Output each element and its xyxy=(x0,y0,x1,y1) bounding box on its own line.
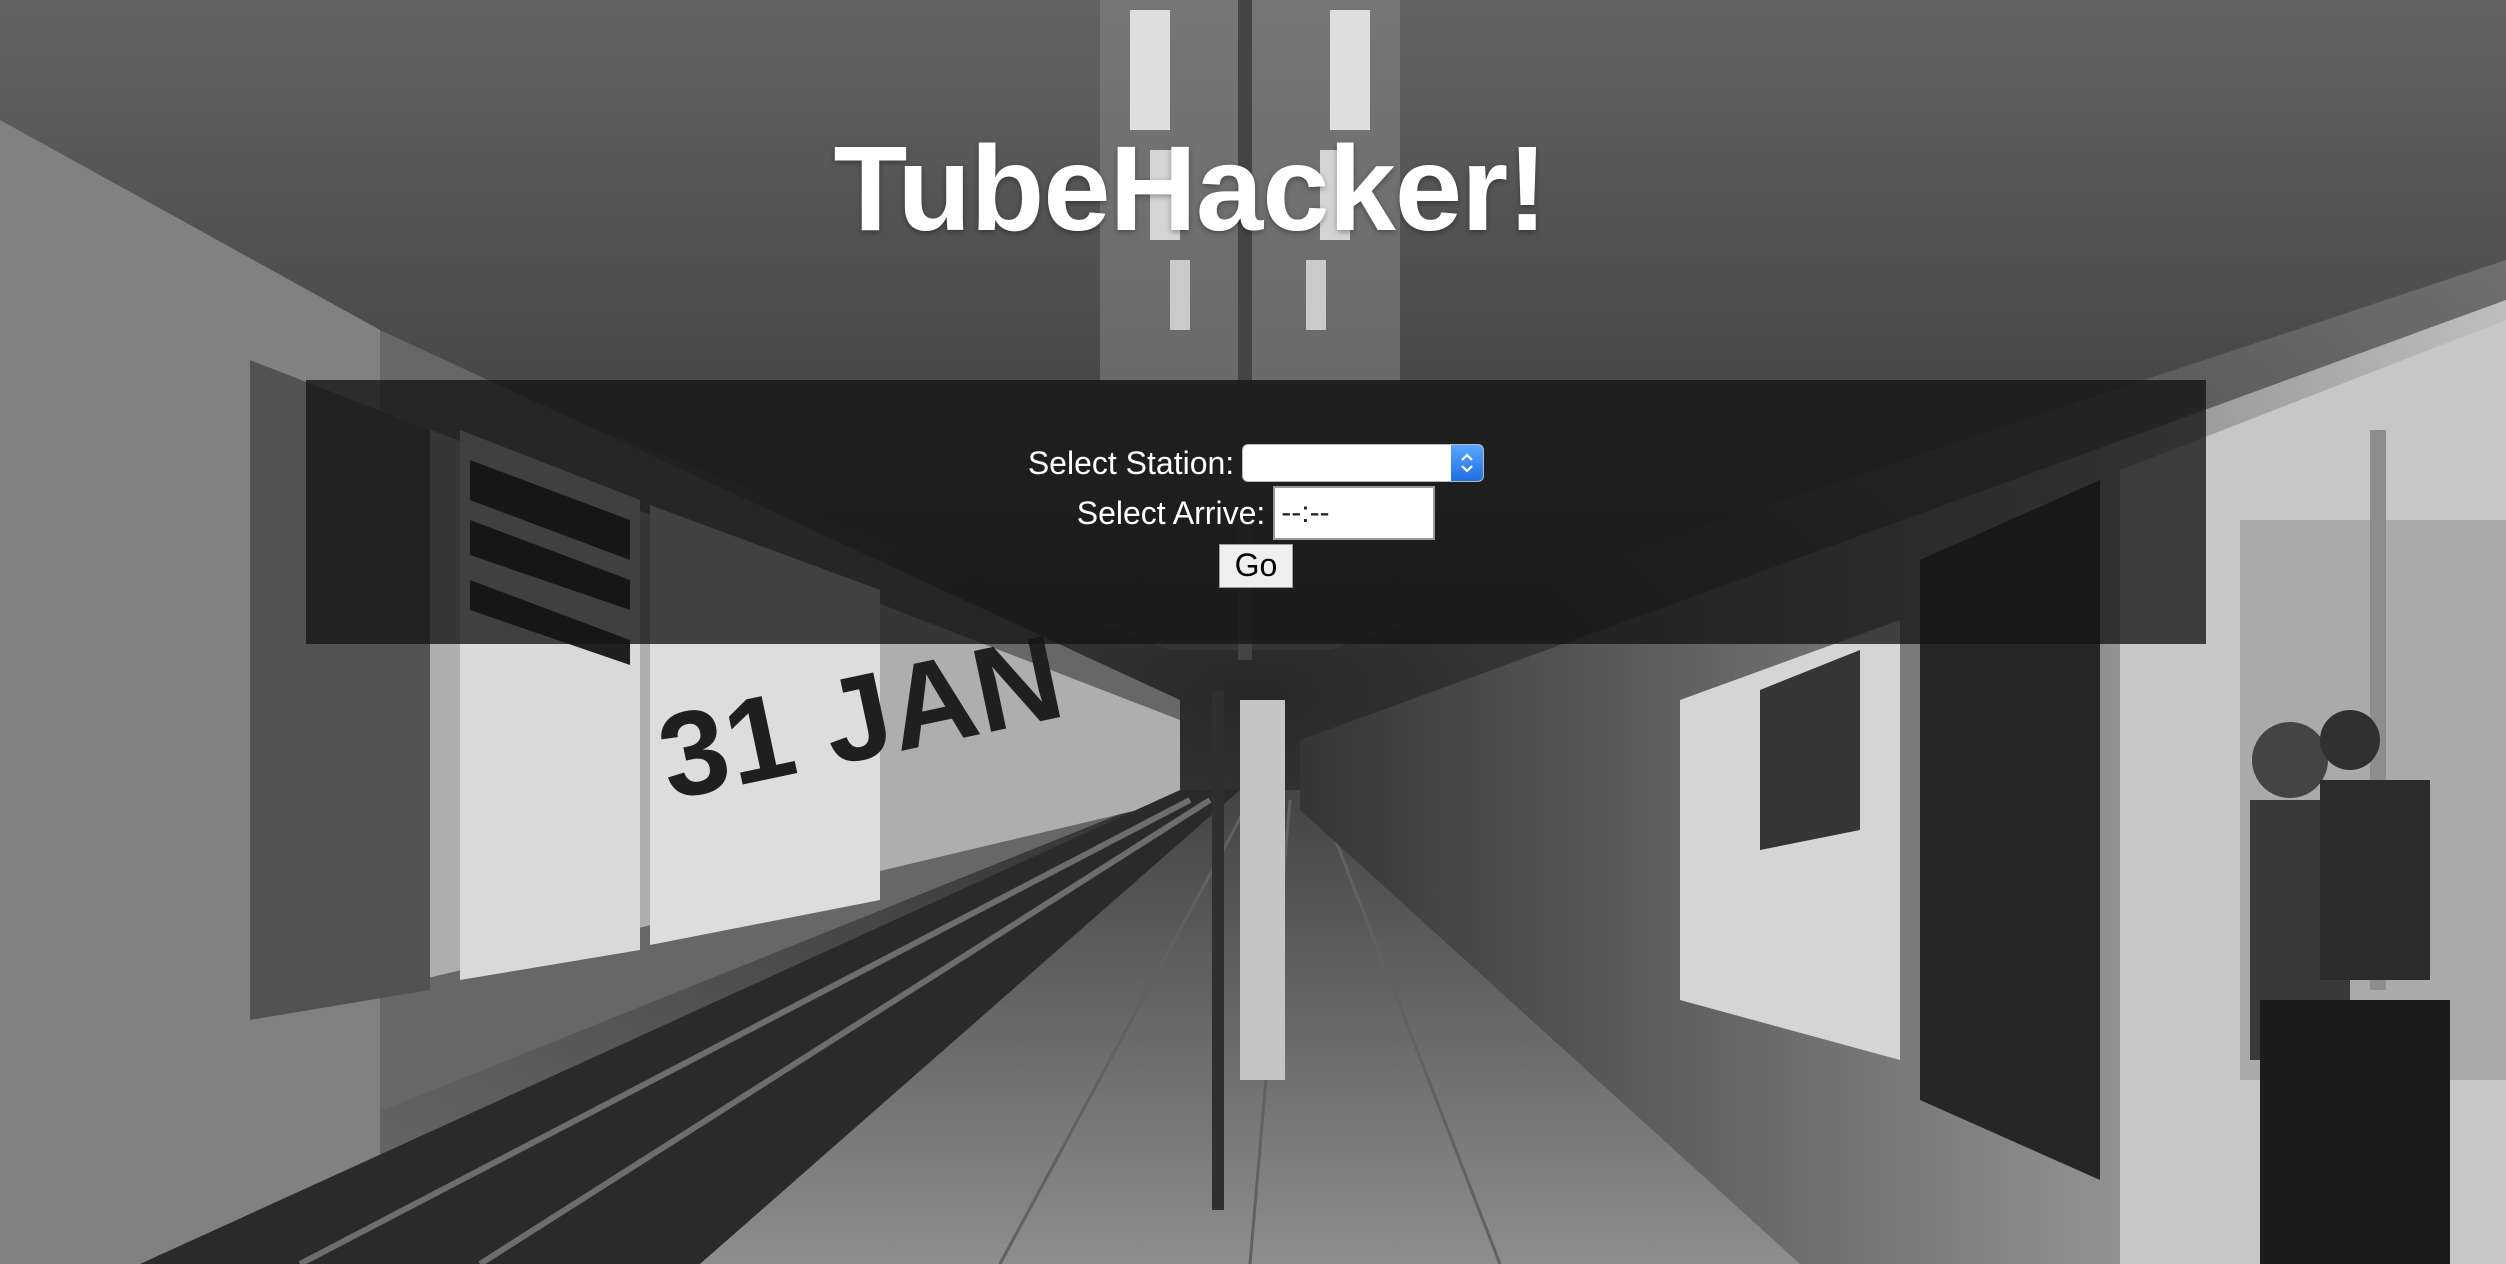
station-row: Select Station: xyxy=(306,438,2206,488)
arrive-row: Select Arrive: --:-- xyxy=(306,486,2206,540)
go-button[interactable]: Go xyxy=(1219,544,1293,588)
station-select[interactable] xyxy=(1242,444,1485,482)
arrive-time-input[interactable]: --:-- xyxy=(1273,486,1436,540)
page: 31 JAN TubeHacker! Select Station: Selec… xyxy=(0,0,2506,1264)
chevron-up-down-icon xyxy=(1451,445,1484,481)
go-row: Go xyxy=(306,538,2206,588)
page-title: TubeHacker! xyxy=(833,120,1548,256)
station-label: Select Station: xyxy=(1027,444,1235,481)
arrive-label: Select Arrive: xyxy=(1076,494,1266,531)
search-form: Select Station: Select Arrive: --:-- Go xyxy=(306,438,2206,588)
search-panel: Select Station: Select Arrive: --:-- Go xyxy=(306,380,2206,644)
